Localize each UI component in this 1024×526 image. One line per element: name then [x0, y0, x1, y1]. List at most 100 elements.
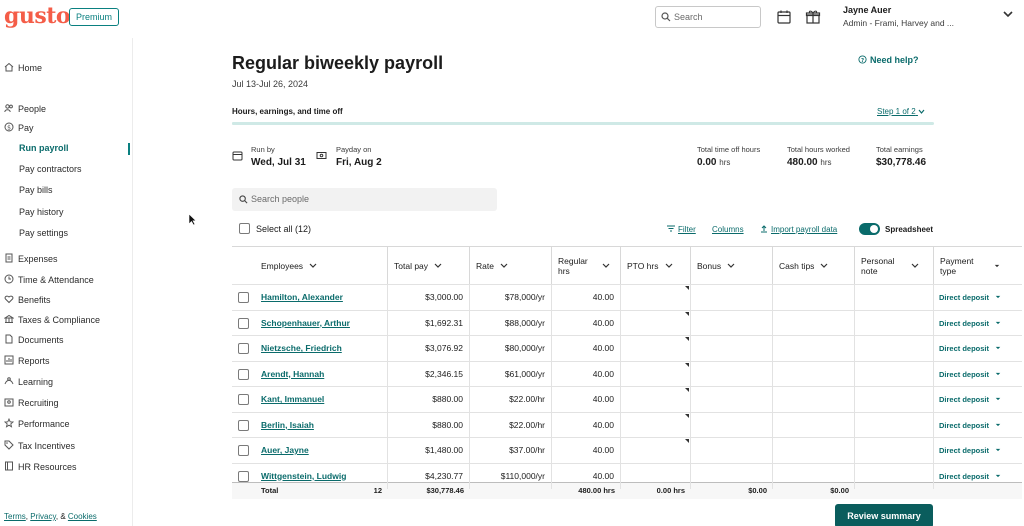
filter-button[interactable]: Filter: [667, 225, 696, 234]
personal-note-cell[interactable]: [855, 336, 934, 362]
sidebar-item-time-attendance[interactable]: Time & Attendance: [4, 273, 94, 287]
column-header-rate[interactable]: Rate: [470, 247, 552, 284]
personal-note-cell[interactable]: [855, 463, 934, 489]
step-indicator[interactable]: Step 1 of 2: [877, 107, 925, 116]
payment-type-select[interactable]: Direct deposit: [934, 446, 989, 455]
pto-hrs-cell[interactable]: [621, 361, 691, 387]
payment-type-select[interactable]: Direct deposit: [934, 370, 989, 379]
regular-hrs-cell[interactable]: 40.00: [552, 285, 621, 311]
cookies-link[interactable]: Cookies: [68, 512, 97, 521]
row-checkbox[interactable]: [238, 317, 249, 329]
sidebar-item-recruiting[interactable]: Recruiting: [4, 396, 59, 410]
sidebar-item-tax-incentives[interactable]: Tax Incentives: [4, 439, 75, 453]
sidebar-item-pay-history[interactable]: Pay history: [19, 205, 64, 219]
row-checkbox[interactable]: [238, 445, 249, 456]
regular-hrs-cell[interactable]: 40.00: [552, 412, 621, 438]
bonus-cell[interactable]: [691, 336, 773, 362]
import-payroll-button[interactable]: Import payroll data: [760, 225, 837, 234]
regular-hrs-cell[interactable]: 40.00: [552, 361, 621, 387]
column-header-employees[interactable]: Employees: [232, 247, 388, 284]
payment-type-cell[interactable]: Direct deposit: [934, 311, 1022, 337]
row-checkbox[interactable]: [238, 419, 249, 431]
sidebar-item-reports[interactable]: Reports: [4, 354, 50, 368]
row-checkbox[interactable]: [238, 470, 249, 482]
employee-name-link[interactable]: Hamilton, Alexander: [261, 285, 343, 310]
sidebar-item-performance[interactable]: Performance: [4, 417, 70, 431]
personal-note-cell[interactable]: [855, 310, 934, 336]
row-checkbox[interactable]: [238, 292, 249, 303]
employee-name-link[interactable]: Arendt, Hannah: [261, 362, 324, 387]
cash-tips-cell[interactable]: [773, 361, 855, 387]
payment-type-select[interactable]: Direct deposit: [934, 421, 989, 430]
bonus-cell[interactable]: [691, 438, 773, 464]
sidebar-item-run-payroll[interactable]: Run payroll: [19, 141, 69, 155]
user-name[interactable]: Jayne Auer: [843, 5, 891, 15]
cash-tips-cell[interactable]: [773, 412, 855, 438]
personal-note-cell[interactable]: [855, 412, 934, 438]
column-header-bonus[interactable]: Bonus: [691, 247, 773, 284]
personal-note-cell[interactable]: [855, 438, 934, 464]
employee-name-link[interactable]: Kant, Immanuel: [261, 387, 324, 412]
employee-name-link[interactable]: Schopenhauer, Arthur: [261, 311, 350, 336]
bonus-cell[interactable]: [691, 361, 773, 387]
column-header-total-pay[interactable]: Total pay: [388, 247, 470, 284]
bonus-cell[interactable]: [691, 412, 773, 438]
privacy-link[interactable]: Privacy: [30, 512, 56, 521]
sidebar-item-expenses[interactable]: Expenses: [4, 252, 58, 266]
calendar-icon[interactable]: [776, 9, 792, 25]
pto-hrs-cell[interactable]: [621, 336, 691, 362]
sidebar-item-pay[interactable]: $ Pay: [4, 121, 34, 135]
personal-note-cell[interactable]: [855, 387, 934, 413]
sidebar-item-taxes-compliance[interactable]: Taxes & Compliance: [4, 313, 100, 327]
personal-note-cell[interactable]: [855, 285, 934, 311]
sidebar-item-hr-resources[interactable]: HR Resources: [4, 460, 77, 474]
cash-tips-cell[interactable]: [773, 310, 855, 336]
sidebar-item-people[interactable]: People: [4, 102, 46, 116]
column-header-personal-note[interactable]: Personal note: [855, 247, 934, 284]
sidebar-item-home[interactable]: Home: [4, 61, 42, 75]
cash-tips-cell[interactable]: [773, 463, 855, 489]
pto-hrs-cell[interactable]: [621, 412, 691, 438]
payment-type-cell[interactable]: Direct deposit: [934, 464, 1022, 490]
employee-name-link[interactable]: Wittgenstein, Ludwig: [261, 464, 346, 489]
sidebar-item-pay-bills[interactable]: Pay bills: [19, 183, 53, 197]
bonus-cell[interactable]: [691, 285, 773, 311]
select-all-checkbox[interactable]: Select all (12): [239, 223, 311, 234]
employee-name-link[interactable]: Auer, Jayne: [261, 438, 309, 463]
row-checkbox[interactable]: [238, 394, 249, 405]
payment-type-cell[interactable]: Direct deposit: [934, 285, 1022, 311]
checkbox[interactable]: [239, 223, 250, 234]
cash-tips-cell[interactable]: [773, 438, 855, 464]
cash-tips-cell[interactable]: [773, 387, 855, 413]
sidebar-item-documents[interactable]: Documents: [4, 333, 64, 347]
pto-hrs-cell[interactable]: [621, 310, 691, 336]
pto-hrs-cell[interactable]: [621, 438, 691, 464]
column-header-pto-hrs[interactable]: PTO hrs: [621, 247, 691, 284]
regular-hrs-cell[interactable]: 40.00: [552, 438, 621, 464]
sidebar-item-benefits[interactable]: Benefits: [4, 293, 51, 307]
sidebar-item-pay-contractors[interactable]: Pay contractors: [19, 162, 82, 176]
employee-name-link[interactable]: Nietzsche, Friedrich: [261, 336, 342, 361]
payment-type-cell[interactable]: Direct deposit: [934, 438, 1022, 464]
terms-link[interactable]: Terms: [4, 512, 26, 521]
column-header-cash-tips[interactable]: Cash tips: [773, 247, 855, 284]
search-people-input[interactable]: Search people: [232, 188, 497, 211]
need-help-link[interactable]: ? Need help?: [858, 55, 919, 65]
column-header-regular-hrs[interactable]: Regular hrs: [552, 247, 621, 284]
payment-type-cell[interactable]: Direct deposit: [934, 387, 1022, 413]
payment-type-select[interactable]: Direct deposit: [934, 293, 989, 302]
regular-hrs-cell[interactable]: 40.00: [552, 463, 621, 489]
pto-hrs-cell[interactable]: [621, 387, 691, 413]
spreadsheet-toggle[interactable]: [859, 223, 880, 235]
gusto-logo[interactable]: gusto: [4, 3, 71, 29]
employee-name-link[interactable]: Berlin, Isaiah: [261, 413, 314, 438]
sidebar-item-pay-settings[interactable]: Pay settings: [19, 226, 68, 240]
bonus-cell[interactable]: [691, 310, 773, 336]
chevron-down-icon[interactable]: [1003, 10, 1013, 18]
column-header-payment-type[interactable]: Payment type: [934, 247, 1022, 284]
payment-type-select[interactable]: Direct deposit: [934, 472, 989, 481]
payment-type-select[interactable]: Direct deposit: [934, 395, 989, 404]
row-checkbox[interactable]: [238, 368, 249, 380]
payment-type-select[interactable]: Direct deposit: [934, 319, 989, 328]
columns-button[interactable]: Columns: [712, 225, 744, 234]
